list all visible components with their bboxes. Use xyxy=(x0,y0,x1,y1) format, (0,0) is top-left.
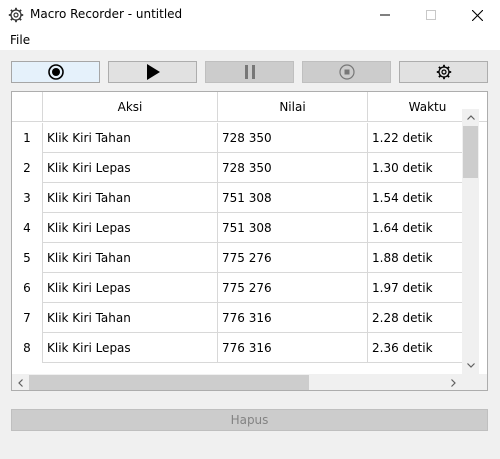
header-corner xyxy=(12,92,43,122)
horizontal-scroll-thumb[interactable] xyxy=(29,375,309,390)
cell-waktu: 1.22 detik xyxy=(368,123,462,153)
action-table: Aksi Nilai Waktu 1 Klik Kiri Tahan 728 350… xyxy=(11,91,488,391)
cell-aksi: Klik Kiri Tahan xyxy=(43,243,218,273)
cell-nilai: 728 350 xyxy=(218,153,368,183)
cell-aksi: Klik Kiri Tahan xyxy=(43,123,218,153)
cell-aksi: Klik Kiri Lepas xyxy=(43,153,218,183)
row-index: 2 xyxy=(12,153,43,183)
stop-button[interactable] xyxy=(302,61,391,83)
table-row[interactable]: 6 Klik Kiri Lepas 775 276 1.97 detik xyxy=(12,273,462,303)
scroll-right-button[interactable] xyxy=(445,374,462,390)
close-button[interactable] xyxy=(454,0,500,30)
vertical-scrollbar[interactable] xyxy=(462,109,479,374)
cell-nilai: 776 316 xyxy=(218,333,368,363)
minimize-icon xyxy=(380,14,390,16)
row-index: 7 xyxy=(12,303,43,333)
cell-aksi: Klik Kiri Lepas xyxy=(43,213,218,243)
table-row[interactable]: 3 Klik Kiri Tahan 751 308 1.54 detik xyxy=(12,183,462,213)
table-row[interactable]: 2 Klik Kiri Lepas 728 350 1.30 detik xyxy=(12,153,462,183)
cell-waktu: 1.88 detik xyxy=(368,243,462,273)
cell-aksi: Klik Kiri Lepas xyxy=(43,273,218,303)
pause-button[interactable] xyxy=(205,61,294,83)
row-index: 6 xyxy=(12,273,43,303)
scroll-corner xyxy=(462,374,487,390)
play-icon xyxy=(146,64,160,80)
cell-nilai: 728 350 xyxy=(218,123,368,153)
column-header-aksi[interactable]: Aksi xyxy=(43,92,218,122)
clear-button[interactable]: Hapus xyxy=(11,409,488,431)
maximize-icon xyxy=(426,10,436,20)
close-icon xyxy=(471,9,483,21)
table-row[interactable]: 5 Klik Kiri Tahan 775 276 1.88 detik xyxy=(12,243,462,273)
window-title: Macro Recorder - untitled xyxy=(30,7,183,21)
cell-aksi: Klik Kiri Tahan xyxy=(43,303,218,333)
cell-nilai: 751 308 xyxy=(218,213,368,243)
table-row[interactable]: 4 Klik Kiri Lepas 751 308 1.64 detik xyxy=(12,213,462,243)
scroll-left-button[interactable] xyxy=(12,374,29,390)
horizontal-scrollbar[interactable] xyxy=(12,374,462,390)
cell-nilai: 775 276 xyxy=(218,273,368,303)
cell-waktu: 2.36 detik xyxy=(368,333,462,363)
cell-waktu: 1.54 detik xyxy=(368,183,462,213)
cell-waktu: 2.28 detik xyxy=(368,303,462,333)
title-bar: Macro Recorder - untitled xyxy=(0,0,500,30)
maximize-button[interactable] xyxy=(408,0,454,30)
cell-nilai: 775 276 xyxy=(218,243,368,273)
chevron-right-icon xyxy=(451,378,456,387)
chevron-left-icon xyxy=(18,378,23,387)
row-index: 5 xyxy=(12,243,43,273)
column-header-nilai[interactable]: Nilai xyxy=(218,92,368,122)
row-index: 8 xyxy=(12,333,43,363)
cell-nilai: 751 308 xyxy=(218,183,368,213)
record-button[interactable] xyxy=(11,61,100,83)
gear-icon xyxy=(436,64,451,80)
table-row[interactable]: 7 Klik Kiri Tahan 776 316 2.28 detik xyxy=(12,303,462,333)
pause-icon xyxy=(244,65,255,79)
table-body: 1 Klik Kiri Tahan 728 350 1.22 detik 2 Klik K… xyxy=(12,123,462,375)
row-index: 4 xyxy=(12,213,43,243)
chevron-down-icon xyxy=(466,363,475,368)
chevron-up-icon xyxy=(466,115,475,120)
gear-icon xyxy=(8,7,24,23)
menu-bar: File xyxy=(0,30,500,50)
cell-nilai: 776 316 xyxy=(218,303,368,333)
scroll-up-button[interactable] xyxy=(462,109,479,126)
cell-aksi: Klik Kiri Tahan xyxy=(43,183,218,213)
vertical-scroll-thumb[interactable] xyxy=(463,126,478,178)
menu-file[interactable]: File xyxy=(10,33,30,47)
cell-waktu: 1.30 detik xyxy=(368,153,462,183)
table-row[interactable]: 1 Klik Kiri Tahan 728 350 1.22 detik xyxy=(12,123,462,153)
cell-waktu: 1.64 detik xyxy=(368,213,462,243)
scroll-down-button[interactable] xyxy=(462,357,479,374)
table-row[interactable]: 8 Klik Kiri Lepas 776 316 2.36 detik xyxy=(12,333,462,363)
cell-aksi: Klik Kiri Lepas xyxy=(43,333,218,363)
minimize-button[interactable] xyxy=(362,0,408,30)
cell-waktu: 1.97 detik xyxy=(368,273,462,303)
table-header: Aksi Nilai Waktu xyxy=(12,92,487,122)
stop-icon xyxy=(338,64,355,80)
row-index: 1 xyxy=(12,123,43,153)
record-icon xyxy=(47,64,64,80)
play-button[interactable] xyxy=(108,61,197,83)
settings-button[interactable] xyxy=(399,61,488,83)
row-index: 3 xyxy=(12,183,43,213)
